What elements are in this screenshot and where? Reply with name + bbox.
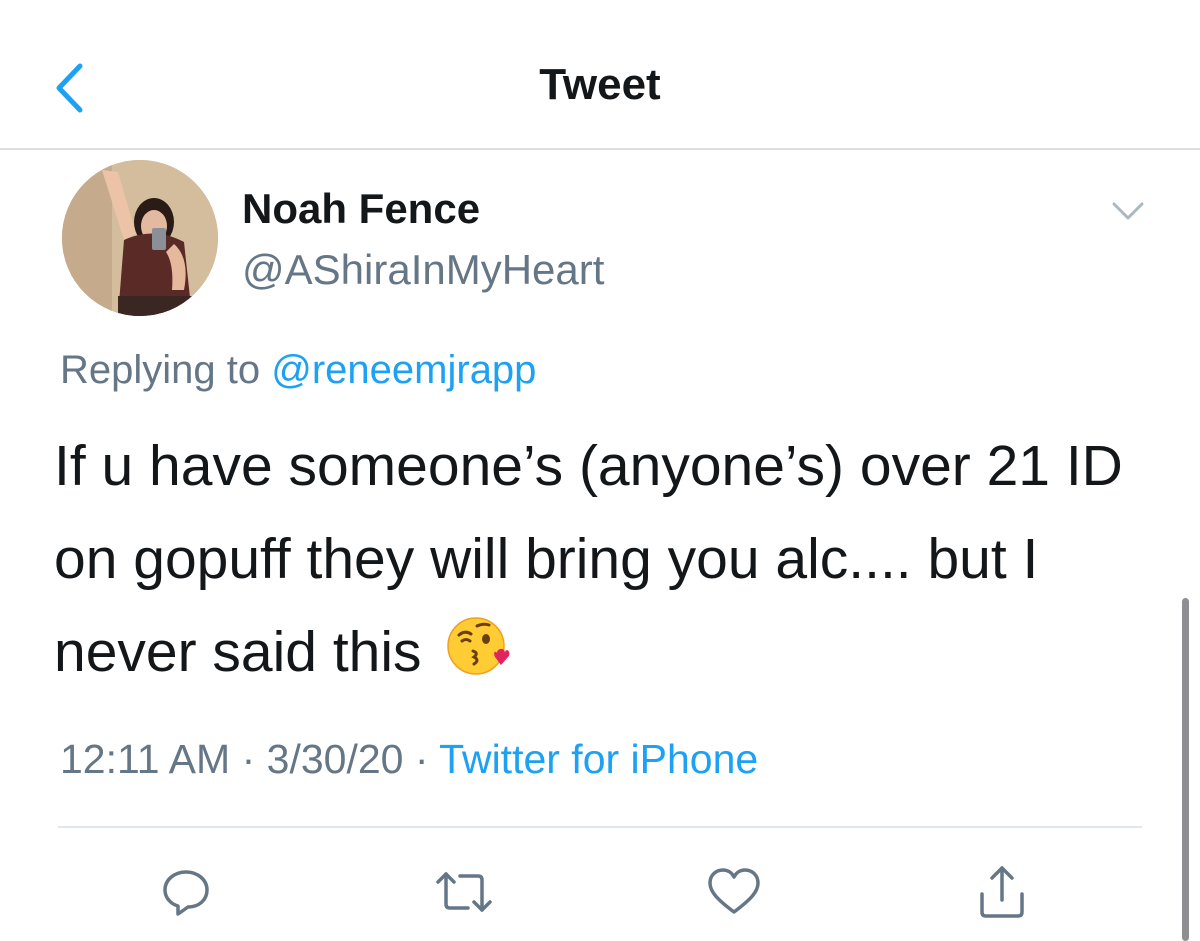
kiss-emoji-icon bbox=[447, 617, 510, 675]
replying-to-line: Replying to @reneemjrapp bbox=[60, 348, 536, 393]
scrollbar[interactable] bbox=[1182, 598, 1189, 941]
replying-to-label: Replying to bbox=[60, 348, 261, 392]
chevron-down-icon bbox=[1112, 202, 1144, 220]
divider bbox=[58, 826, 1142, 828]
tweet-source-link[interactable]: Twitter for iPhone bbox=[439, 736, 758, 782]
comment-icon bbox=[163, 870, 209, 916]
meta-separator: · bbox=[241, 736, 256, 782]
author-handle[interactable]: @AShiraInMyHeart bbox=[242, 246, 604, 294]
tweet-metadata: 12:11 AM · 3/30/20 · Twitter for iPhone bbox=[60, 736, 758, 783]
tweet-body: If u have someone’s (anyone’s) over 21 I… bbox=[54, 420, 1164, 699]
tweet-time: 12:11 AM bbox=[60, 736, 231, 782]
avatar-photo bbox=[62, 160, 218, 316]
retweet-icon bbox=[436, 872, 492, 912]
heart-icon bbox=[708, 868, 760, 914]
tweet-text: If u have someone’s (anyone’s) over 21 I… bbox=[54, 434, 1123, 684]
share-icon bbox=[980, 866, 1024, 918]
tweet-date: 3/30/20 bbox=[266, 736, 404, 782]
meta-separator: · bbox=[414, 736, 429, 782]
replying-to-handle[interactable]: @reneemjrapp bbox=[271, 348, 536, 392]
author-name[interactable]: Noah Fence bbox=[242, 185, 480, 233]
retweet-button[interactable] bbox=[434, 862, 494, 922]
page-title: Tweet bbox=[539, 60, 661, 109]
avatar[interactable] bbox=[62, 160, 218, 316]
like-button[interactable] bbox=[704, 862, 764, 922]
share-button[interactable] bbox=[972, 862, 1032, 922]
navigation-bar: Tweet bbox=[0, 0, 1200, 150]
reply-button[interactable] bbox=[156, 862, 216, 922]
more-options-button[interactable] bbox=[1108, 196, 1148, 226]
